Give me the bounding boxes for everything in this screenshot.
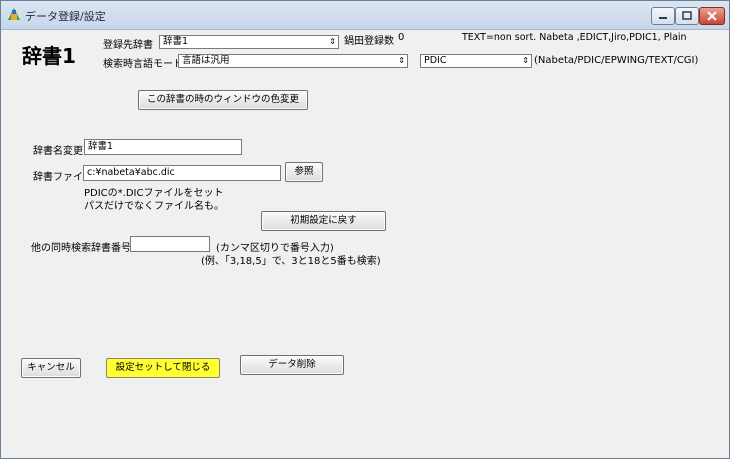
- reset-defaults-button[interactable]: 初期設定に戻す: [261, 211, 386, 231]
- registered-count-value: 0: [398, 32, 405, 43]
- maximize-icon: [682, 11, 692, 20]
- concurrent-dict-example: (例、「3,18,5」で、3と18と5番も検索): [201, 256, 381, 267]
- target-dict-value: 辞書1: [163, 36, 189, 47]
- minimize-button[interactable]: [651, 7, 675, 25]
- search-mode-select[interactable]: 言語は汎用 ⇕: [178, 54, 408, 68]
- app-icon: [8, 8, 20, 20]
- format-hint: TEXT=non sort. Nabeta ,EDICT,Jiro,PDIC1,…: [462, 32, 687, 43]
- updown-arrow-icon: ⇕: [398, 56, 405, 65]
- updown-arrow-icon: ⇕: [522, 56, 529, 65]
- window-color-button[interactable]: この辞書の時のウィンドウの色変更: [138, 90, 308, 110]
- maximize-button[interactable]: [675, 7, 699, 25]
- format-value: PDIC: [424, 55, 447, 66]
- search-mode-label: 検索時言語モード: [103, 59, 183, 70]
- close-button[interactable]: [699, 7, 725, 25]
- target-dict-select[interactable]: 辞書1 ⇕: [159, 35, 339, 49]
- concurrent-dict-field[interactable]: [130, 236, 210, 252]
- browse-button[interactable]: 参照: [285, 162, 323, 182]
- target-dict-label: 登録先辞書: [103, 40, 153, 51]
- delete-data-button[interactable]: データ削除: [240, 355, 344, 375]
- registered-count-label: 鍋田登録数: [344, 36, 394, 47]
- dict-name-field[interactable]: 辞書1: [84, 139, 242, 155]
- close-icon: [707, 11, 717, 21]
- concurrent-dict-label: 他の同時検索辞書番号: [31, 243, 131, 254]
- form-area: 辞書1 登録先辞書 辞書1 ⇕ 鍋田登録数 0 TEXT=non sort. N…: [2, 30, 728, 457]
- dict-name-label: 辞書名変更: [33, 146, 83, 157]
- window-title: データ登録/設定: [25, 10, 106, 23]
- dictionary-settings-window: データ登録/設定 辞書1 登録先辞書 辞書1 ⇕ 鍋田登録数 0 TEXT=no…: [0, 0, 730, 459]
- save-and-close-button[interactable]: 設定セットして閉じる: [106, 358, 220, 378]
- dict-heading: 辞書1: [22, 44, 76, 68]
- format-options-hint: (Nabeta/PDIC/EPWING/TEXT/CGI): [534, 55, 699, 66]
- file-note-line-2: パスだけでなくファイル名も。: [84, 201, 224, 212]
- title-bar: データ登録/設定: [1, 1, 729, 30]
- updown-arrow-icon: ⇕: [329, 37, 336, 46]
- minimize-icon: [659, 17, 667, 19]
- cancel-button[interactable]: キャンセル: [21, 358, 81, 378]
- dict-file-field[interactable]: c:¥nabeta¥abc.dic: [83, 165, 281, 181]
- search-mode-value: 言語は汎用: [182, 55, 230, 66]
- format-select[interactable]: PDIC ⇕: [420, 54, 532, 68]
